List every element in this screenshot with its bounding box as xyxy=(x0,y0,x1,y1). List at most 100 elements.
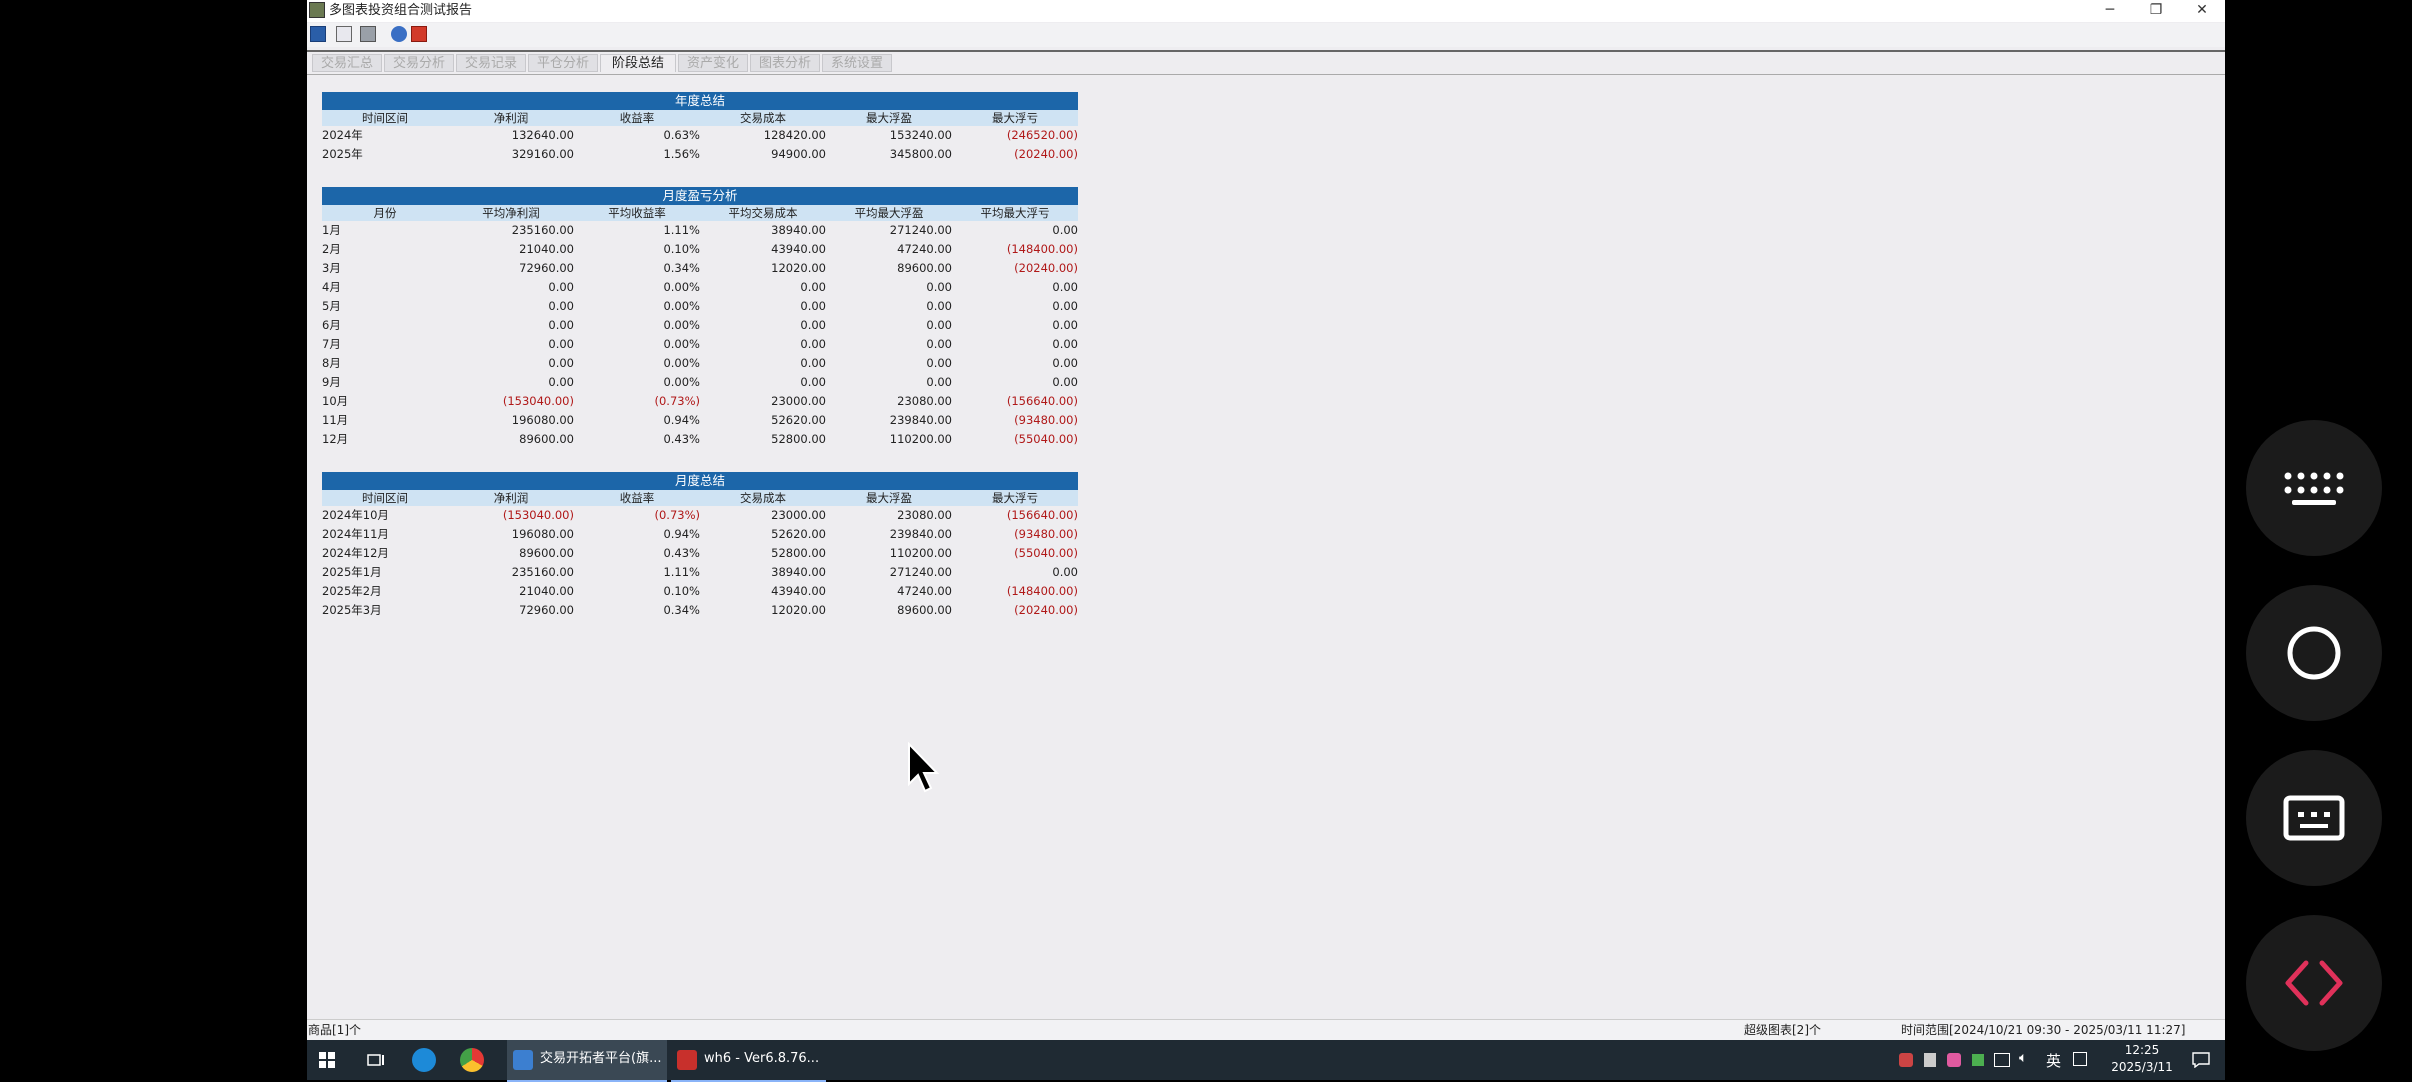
table-cell: (153040.00) xyxy=(502,508,574,522)
help-icon[interactable] xyxy=(391,26,407,42)
table-cell: 12020.00 xyxy=(771,603,826,617)
copy-icon[interactable] xyxy=(336,26,352,42)
table-cell: 0.00 xyxy=(926,280,952,294)
table-cell: 0.00% xyxy=(663,375,700,389)
tray-nvidia-icon[interactable] xyxy=(1972,1054,1984,1066)
table-row: 2024年 132640.00 0.63% 128420.00 153240.00 (24… xyxy=(322,126,1078,145)
table-cell: 2024年11月 xyxy=(322,527,389,541)
close-icon[interactable] xyxy=(411,26,427,42)
taskbar-clock[interactable]: 12:25 2025/3/11 xyxy=(2102,1042,2182,1076)
tab-period-summary[interactable]: 阶段总结 xyxy=(600,54,676,72)
tray-battery-icon[interactable] xyxy=(1924,1053,1936,1067)
table-cell: 239840.00 xyxy=(889,527,952,541)
tray-keyboard-icon[interactable] xyxy=(2073,1052,2087,1066)
table-cell: 0.10% xyxy=(663,242,700,256)
column-header: 平均净利润 xyxy=(482,206,540,220)
tray-app-icon[interactable] xyxy=(1899,1053,1913,1067)
table-cell: 0.00% xyxy=(663,280,700,294)
tab-close-analysis[interactable]: 平仓分析 xyxy=(528,54,598,72)
column-header: 月份 xyxy=(373,206,397,220)
table-cell: 0.00 xyxy=(1052,223,1078,237)
save-icon[interactable] xyxy=(310,26,326,42)
toolbar xyxy=(307,23,2225,47)
table-cell: 9月 xyxy=(322,375,341,389)
tray-ime-indicator[interactable]: 英 xyxy=(2046,1050,2061,1071)
table-cell: 0.00 xyxy=(1052,299,1078,313)
print-icon[interactable] xyxy=(360,26,376,42)
windows-start-icon[interactable] xyxy=(319,1052,335,1068)
table-cell: (93480.00) xyxy=(1014,527,1078,541)
column-header: 平均收益率 xyxy=(608,206,666,220)
table-cell: 21040.00 xyxy=(519,584,574,598)
tray-app-icon-2[interactable] xyxy=(1947,1053,1961,1067)
chrome-browser-icon[interactable] xyxy=(460,1048,484,1072)
table-cell: 11月 xyxy=(322,413,349,427)
status-bar: 商品[1]个 超级图表[2]个 时间范围[2024/10/21 09:30 - … xyxy=(307,1019,2225,1041)
table-cell: 89600.00 xyxy=(897,261,952,275)
code-toggle-button[interactable] xyxy=(2246,915,2382,1051)
title-bar: 多图表投资组合测试报告 ─ ❐ ✕ xyxy=(307,0,2225,22)
table-cell: 0.00 xyxy=(1052,318,1078,332)
home-button[interactable] xyxy=(2246,585,2382,721)
keyboard-icon xyxy=(2284,472,2344,505)
mouse-cursor-icon xyxy=(908,742,940,793)
minimize-button[interactable]: ─ xyxy=(2087,0,2133,22)
table-cell: 196080.00 xyxy=(511,527,574,541)
table-cell: 0.00 xyxy=(800,375,826,389)
table-row: 1月 235160.00 1.11% 38940.00 271240.00 0.00 xyxy=(322,221,1078,240)
keyboard-button[interactable] xyxy=(2246,420,2382,556)
tab-chart-analysis[interactable]: 图表分析 xyxy=(750,54,820,72)
table-cell: 0.00 xyxy=(800,280,826,294)
table-cell: 2024年 xyxy=(322,128,363,142)
table-cell: 1.11% xyxy=(663,223,700,237)
table-cell: 2025年 xyxy=(322,147,363,161)
input-panel-button[interactable] xyxy=(2246,750,2382,886)
close-window-button[interactable]: ✕ xyxy=(2179,0,2225,22)
table-cell: (93480.00) xyxy=(1014,413,1078,427)
table-cell: 0.00 xyxy=(926,356,952,370)
table-cell: 239840.00 xyxy=(889,413,952,427)
taskbar-app-wh6[interactable]: wh6 - Ver6.8.76... xyxy=(671,1040,826,1082)
table-row: 8月 0.00 0.00% 0.00 0.00 0.00 xyxy=(322,354,1078,373)
column-header: 最大浮盈 xyxy=(866,491,912,505)
table-cell: 43940.00 xyxy=(771,584,826,598)
table-cell: 196080.00 xyxy=(511,413,574,427)
table-cell: 4月 xyxy=(322,280,341,294)
circle-home-icon xyxy=(2287,626,2341,680)
table-row: 12月 89600.00 0.43% 52800.00 110200.00 (55040.… xyxy=(322,430,1078,449)
table-cell: 47240.00 xyxy=(897,242,952,256)
table-cell: 0.00 xyxy=(926,299,952,313)
table-cell: 72960.00 xyxy=(519,603,574,617)
restore-button[interactable]: ❐ xyxy=(2133,0,2179,22)
table-cell: 2025年2月 xyxy=(322,584,382,598)
tab-asset-change[interactable]: 资产变化 xyxy=(678,54,748,72)
task-view-icon[interactable] xyxy=(367,1052,385,1068)
table-cell: 52620.00 xyxy=(771,413,826,427)
tray-network-icon[interactable] xyxy=(1994,1053,2010,1067)
table-cell: 23000.00 xyxy=(771,508,826,522)
table-cell: 1.11% xyxy=(663,565,700,579)
table-cell: 89600.00 xyxy=(519,546,574,560)
remote-control-panel xyxy=(2225,0,2412,1080)
column-header: 净利润 xyxy=(493,491,529,505)
table-cell: 72960.00 xyxy=(519,261,574,275)
table-cell: (148400.00) xyxy=(1006,242,1078,256)
table-cell: (153040.00) xyxy=(502,394,574,408)
table-cell: (20240.00) xyxy=(1014,261,1078,275)
table-header-row: 时间区间 净利润 收益率 交易成本 最大浮盈 最大浮亏 xyxy=(322,110,1078,126)
table-cell: 43940.00 xyxy=(771,242,826,256)
tab-trade-records[interactable]: 交易记录 xyxy=(456,54,526,72)
table-cell: 52800.00 xyxy=(771,546,826,560)
table-row: 3月 72960.00 0.34% 12020.00 89600.00 (20240.00… xyxy=(322,259,1078,278)
column-header: 时间区间 xyxy=(362,111,408,125)
table-title: 月度盈亏分析 xyxy=(322,187,1078,205)
taskbar-app-trading[interactable]: 交易开拓者平台(旗... xyxy=(507,1040,667,1082)
notification-center-icon[interactable] xyxy=(2192,1052,2210,1068)
edge-browser-icon[interactable] xyxy=(412,1048,436,1072)
tab-trade-analysis[interactable]: 交易分析 xyxy=(384,54,454,72)
tab-trade-summary[interactable]: 交易汇总 xyxy=(312,54,382,72)
tray-volume-icon[interactable]: 🔈︎ xyxy=(2019,1050,2027,1066)
table-row: 7月 0.00 0.00% 0.00 0.00 0.00 xyxy=(322,335,1078,354)
tab-system-settings[interactable]: 系统设置 xyxy=(822,54,892,72)
table-cell: 0.00 xyxy=(926,318,952,332)
